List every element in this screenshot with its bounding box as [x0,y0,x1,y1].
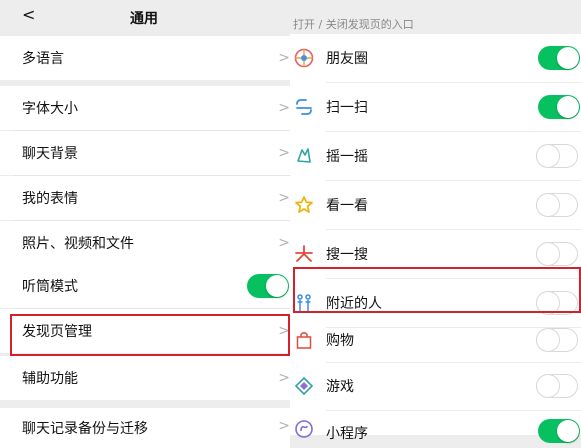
discover-item-label: 朋友圈 [326,51,368,67]
moments-toggle[interactable] [538,46,580,70]
discover-item-shopping: 购物 [290,316,581,364]
scan-toggle[interactable] [538,95,580,119]
discover-item-label: 看一看 [326,198,368,214]
shopping-icon [294,330,314,350]
discover-item-label: 小程序 [326,426,368,442]
chevron-right-icon: > [278,50,290,66]
chevron-right-icon: > [278,235,290,251]
toggle-knob [557,420,579,442]
page-title: 通用 [130,11,158,27]
top-stories-toggle[interactable] [536,193,578,217]
scan-icon [294,97,314,117]
settings-item-label: 聊天背景 [22,146,78,162]
search-icon [294,244,314,264]
chevron-right-icon: > [278,323,290,339]
discover-item-scan: 扫一扫 [290,83,581,131]
settings-item-label: 字体大小 [22,101,78,117]
chevron-right-icon: > [278,145,290,161]
settings-item-font-size[interactable]: 字体大小 > [0,86,290,130]
discover-item-shake: 摇一摇 [290,132,581,180]
discover-management-panel: 打开 / 关闭发现页的入口 朋友圈 扫一扫 摇一摇 看一看 搜一搜 附近的人 购… [290,0,581,443]
search-toggle[interactable] [536,242,578,266]
settings-item-label: 发现页管理 [22,324,92,340]
earpiece-mode-toggle[interactable] [247,274,289,298]
shake-icon [294,146,314,166]
toggle-knob [557,96,579,118]
section-caption: 打开 / 关闭发现页的入口 [293,18,414,31]
settings-item-label: 听筒模式 [22,279,78,295]
discover-item-label: 扫一扫 [326,100,368,116]
discover-item-label: 游戏 [326,379,354,395]
discover-item-label: 摇一摇 [326,149,368,165]
people-nearby-toggle[interactable] [536,291,578,315]
top-stories-icon [294,195,314,215]
discover-item-games: 游戏 [290,362,581,410]
chevron-right-icon: > [278,418,290,434]
shopping-toggle[interactable] [536,328,578,352]
chevron-right-icon: > [278,190,290,206]
back-button[interactable]: < [22,5,35,24]
toggle-knob [557,47,579,69]
discover-item-label: 附近的人 [326,296,382,312]
toggle-knob [537,243,559,265]
settings-item-language[interactable]: 多语言 > [0,36,290,80]
settings-item-label: 我的表情 [22,191,78,207]
settings-item-label: 照片、视频和文件 [22,236,134,252]
section-caption-bar: 打开 / 关闭发现页的入口 [290,0,581,34]
settings-item-chat-background[interactable]: 聊天背景 > [0,131,290,175]
discover-item-label: 搜一搜 [326,247,368,263]
settings-item-label: 聊天记录备份与迁移 [22,421,148,437]
people-nearby-icon [294,293,314,313]
toggle-knob [537,194,559,216]
discover-item-top-stories: 看一看 [290,181,581,229]
settings-item-discover-management[interactable]: 发现页管理 > [0,309,290,353]
toggle-knob [537,292,559,314]
discover-item-mini-programs: 小程序 [290,411,581,443]
chevron-right-icon: > [278,370,290,386]
settings-item-label: 多语言 [22,51,64,67]
mini-programs-icon [294,419,314,439]
settings-item-earpiece-mode: 听筒模式 [0,264,290,308]
toggle-knob [537,145,559,167]
discover-item-moments: 朋友圈 [290,34,581,82]
discover-item-search: 搜一搜 [290,230,581,278]
games-icon [294,376,314,396]
general-settings-panel: < 通用 多语言 > 字体大小 > 聊天背景 > 我的表情 > 照片、视频和文件… [0,0,290,448]
settings-item-accessibility[interactable]: 辅助功能 > [0,356,290,400]
settings-item-my-stickers[interactable]: 我的表情 > [0,176,290,220]
chevron-right-icon: > [278,100,290,116]
moments-icon [294,48,314,68]
toggle-knob [537,375,559,397]
nav-bar: < 通用 [0,0,290,35]
settings-item-label: 辅助功能 [22,371,78,387]
settings-item-chat-backup[interactable]: 聊天记录备份与迁移 > [0,408,290,448]
mini-programs-toggle[interactable] [538,419,580,443]
games-toggle[interactable] [536,374,578,398]
settings-item-photos-videos-files[interactable]: 照片、视频和文件 > [0,221,290,265]
discover-item-label: 购物 [326,333,354,349]
toggle-knob [537,329,559,351]
toggle-knob [266,275,288,297]
shake-toggle[interactable] [536,144,578,168]
